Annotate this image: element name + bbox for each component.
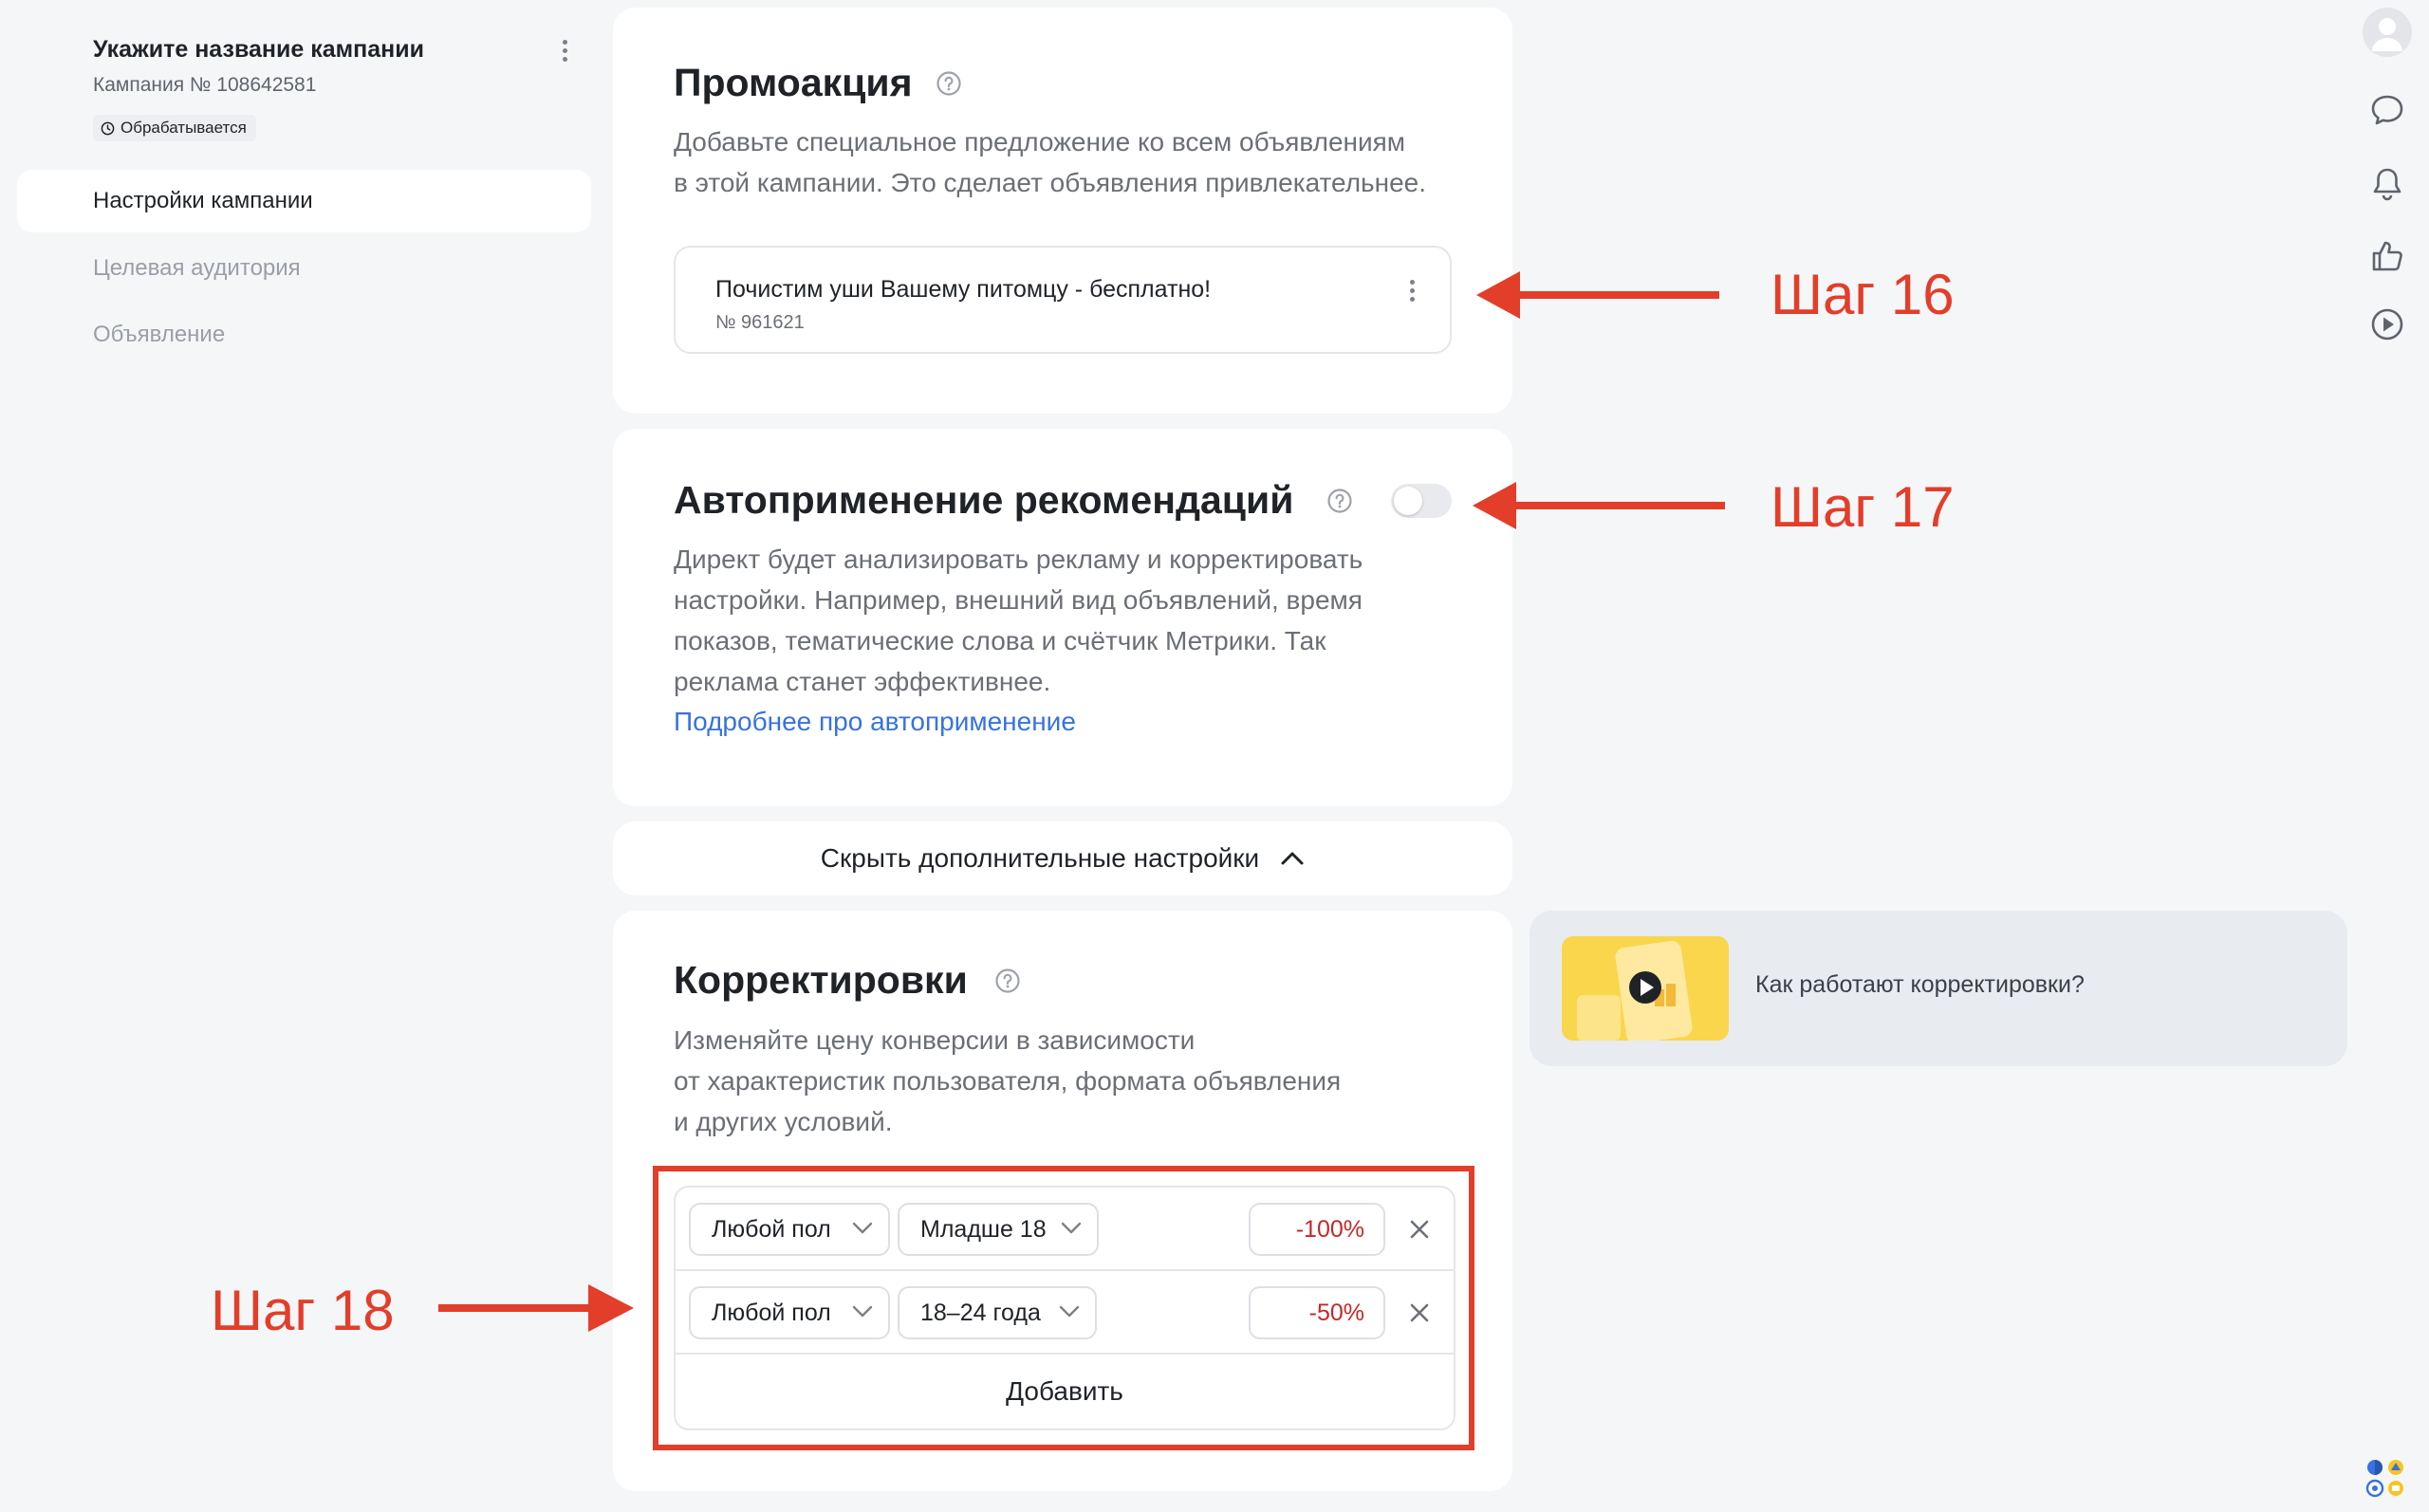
step17-label: Шаг 17 bbox=[1771, 475, 1955, 539]
user-avatar[interactable] bbox=[2363, 8, 2412, 57]
autoapply-description-line: реклама станет эффективнее. bbox=[674, 667, 1051, 696]
autoapply-title: Автоприменение рекомендаций bbox=[674, 478, 1294, 522]
video-tip-label: Как работают корректировки? bbox=[1755, 971, 2085, 998]
chevron-up-icon bbox=[1281, 852, 1304, 865]
video-thumbnail bbox=[1562, 936, 1729, 1041]
sidebar-item-ad[interactable]: Объявление bbox=[17, 304, 591, 366]
apps-icon[interactable] bbox=[2364, 1457, 2406, 1499]
adjustments-description-line: от характеристик пользователя, формата о… bbox=[674, 1066, 1342, 1096]
help-icon[interactable] bbox=[994, 968, 1021, 994]
autoapply-more-link[interactable]: Подробнее про автоприменение bbox=[674, 707, 1076, 737]
adjustments-description: Изменяйте цену конверсии в зависимости о… bbox=[674, 1020, 1341, 1142]
promo-more-icon[interactable] bbox=[1402, 276, 1421, 314]
help-icon[interactable] bbox=[936, 70, 962, 97]
promo-description-line: в этой кампании. Это сделает объявления … bbox=[674, 168, 1427, 197]
chat-icon[interactable] bbox=[2368, 91, 2406, 129]
bell-icon[interactable] bbox=[2368, 165, 2406, 203]
campaign-title[interactable]: Укажите название кампании bbox=[93, 36, 424, 64]
adjustments-description-line: и других условий. bbox=[674, 1107, 893, 1136]
hide-settings-button[interactable]: Скрыть дополнительные настройки bbox=[613, 821, 1512, 895]
step16-label: Шаг 16 bbox=[1771, 263, 1955, 326]
autoapply-description: Директ будет анализировать рекламу и кор… bbox=[674, 539, 1363, 702]
help-icon[interactable] bbox=[1326, 488, 1353, 514]
arrow-step17-icon bbox=[1473, 482, 1725, 529]
hide-settings-label: Скрыть дополнительные настройки bbox=[820, 843, 1260, 873]
avatar-icon bbox=[2372, 18, 2402, 51]
step18-label: Шаг 18 bbox=[211, 1279, 395, 1342]
promo-title: Промоакция bbox=[674, 61, 913, 104]
promo-description: Добавьте специальное предложение ко всем… bbox=[674, 121, 1426, 203]
thumb-up-icon[interactable] bbox=[2368, 237, 2406, 275]
campaign-number: Кампания № 108642581 bbox=[93, 74, 317, 96]
sidebar-item-label: Настройки кампании bbox=[93, 188, 313, 213]
status-badge: Обрабатывается bbox=[93, 115, 256, 141]
video-thumbnail-image bbox=[1562, 936, 1729, 1041]
autoapply-description-line: показов, тематические слова и счётчик Ме… bbox=[674, 626, 1326, 655]
promo-description-line: Добавьте специальное предложение ко всем… bbox=[674, 127, 1406, 157]
adjustments-title: Корректировки bbox=[674, 958, 968, 1002]
sidebar-item-label: Целевая аудитория bbox=[93, 255, 301, 281]
autoapply-toggle[interactable] bbox=[1391, 484, 1452, 518]
clock-icon bbox=[101, 121, 115, 135]
campaign-more-icon[interactable] bbox=[550, 36, 579, 74]
promo-item[interactable]: Почистим уши Вашему питомцу - бесплатно!… bbox=[674, 246, 1452, 354]
arrow-step16-icon bbox=[1476, 271, 1719, 319]
autoapply-card: Автоприменение рекомендаций Директ будет… bbox=[613, 429, 1512, 806]
play-icon[interactable] bbox=[2368, 305, 2406, 343]
sidebar-item-label: Объявление bbox=[93, 322, 226, 347]
promo-card: Промоакция Добавьте специальное предложе… bbox=[613, 8, 1512, 414]
toggle-knob bbox=[1394, 487, 1422, 515]
step18-highlight-box bbox=[653, 1166, 1474, 1450]
autoapply-description-line: Директ будет анализировать рекламу и кор… bbox=[674, 544, 1363, 574]
sidebar-item-campaign-settings[interactable]: Настройки кампании bbox=[17, 170, 591, 232]
adjustments-description-line: Изменяйте цену конверсии в зависимости bbox=[674, 1025, 1196, 1055]
promo-item-name: Почистим уши Вашему питомцу - бесплатно! bbox=[715, 276, 1212, 303]
promo-item-number: № 961621 bbox=[715, 312, 805, 333]
sidebar-item-target-audience[interactable]: Целевая аудитория bbox=[17, 237, 591, 300]
video-tip-card[interactable]: Как работают корректировки? bbox=[1530, 911, 2347, 1066]
status-text: Обрабатывается bbox=[121, 119, 247, 137]
autoapply-description-line: настройки. Например, внешний вид объявле… bbox=[674, 585, 1363, 615]
arrow-step18-icon bbox=[438, 1284, 634, 1332]
